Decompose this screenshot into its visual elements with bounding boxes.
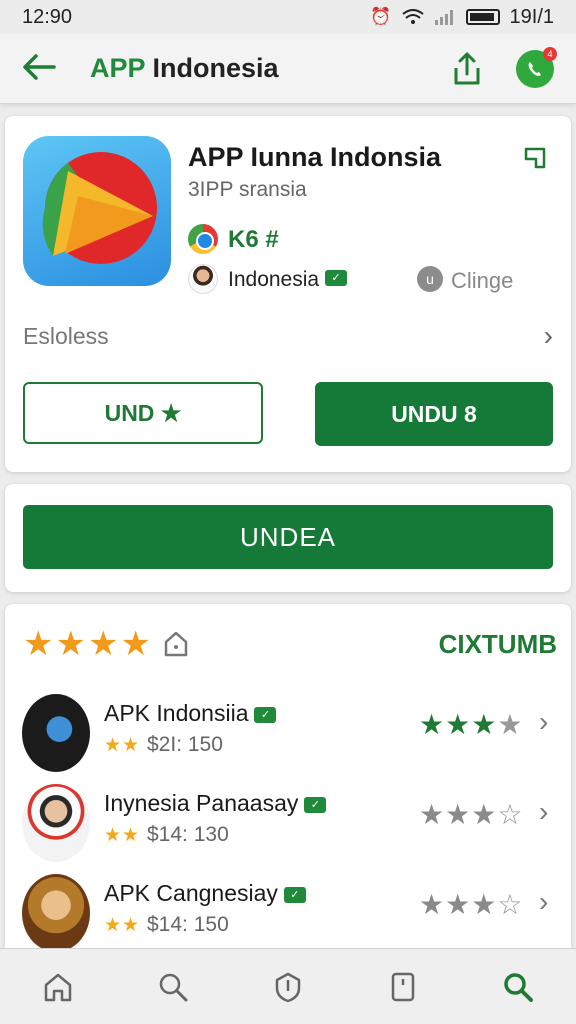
status-time: 12:90: [22, 5, 73, 28]
browser-label: K6 #: [228, 226, 279, 253]
verified-badge-icon: ✓: [283, 886, 306, 903]
list-item-title: APK Indonsiia ✓: [104, 700, 277, 727]
list-item[interactable]: APK Cangnesiay ✓ ★★ $14: 150 ★★★☆ ›: [5, 870, 571, 956]
home-outline-icon[interactable]: [163, 630, 189, 658]
verified-badge-icon: ✓: [254, 706, 277, 723]
chevron-right-icon: ›: [539, 886, 549, 917]
star-filled-icon: ★: [445, 799, 472, 830]
list-item[interactable]: APK Indonsiia ✓ ★★ $2I: 150 ★★★★ ›: [5, 690, 571, 776]
rating-row: ★★★★ CIXTUMB: [23, 624, 557, 664]
star-filled-icon: ★: [445, 709, 472, 740]
star-filled-icon: ★: [471, 889, 498, 920]
bottom-navigation: [0, 948, 576, 1024]
nav-search-active-icon[interactable]: [496, 965, 540, 1009]
app-detail-card: APP Iunna Indonsia 3IPP sransia K6 # Ind…: [5, 116, 571, 472]
bookmark-icon[interactable]: [523, 146, 547, 170]
nav-tablet-icon[interactable]: [381, 965, 425, 1009]
chevron-right-icon: ›: [539, 706, 549, 737]
list-item-rating: ★★★☆: [419, 888, 523, 921]
app-thumbnail: [22, 784, 90, 862]
list-item[interactable]: Inynesia Panaasay ✓ ★★ $14: 130 ★★★☆ ›: [5, 780, 571, 866]
battery-icon: [465, 9, 500, 25]
chevron-right-icon: ›: [539, 796, 549, 827]
description-label: Esloless: [23, 322, 109, 349]
description-row[interactable]: Esloless ›: [23, 320, 553, 352]
clinge-label: Clinge: [451, 268, 514, 293]
star-empty-icon: ☆: [497, 889, 524, 920]
star-filled-icon: ★: [419, 709, 446, 740]
list-item-stars: ★★: [104, 825, 141, 846]
notification-badge: 4: [543, 46, 557, 61]
rating-stars: ★★★★: [23, 625, 153, 663]
list-item-price: $14: 150: [147, 913, 229, 936]
nav-search-icon[interactable]: [151, 965, 195, 1009]
chrome-icon: [188, 224, 218, 254]
nav-home-icon[interactable]: [36, 965, 80, 1009]
star-empty-icon: ★: [497, 709, 524, 740]
main-action-button[interactable]: UNDEA: [23, 505, 553, 569]
info-icon: u: [417, 266, 443, 292]
whatsapp-icon[interactable]: 4: [516, 46, 557, 88]
back-arrow-icon[interactable]: [22, 53, 66, 85]
alarm-icon: ⏰: [370, 7, 392, 26]
list-item-price: $14: 130: [147, 823, 229, 846]
app-subtitle: 3IPP sransia: [188, 178, 307, 201]
wifi-icon: [401, 9, 424, 24]
verified-badge-icon: ✓: [304, 796, 327, 813]
chevron-right-icon: ›: [543, 320, 553, 351]
star-empty-icon: ☆: [497, 799, 524, 830]
app-bar: APP Indonesia 4: [0, 34, 576, 104]
app-thumbnail: [22, 694, 90, 772]
app-thumbnail: [22, 874, 90, 952]
outline-action-button[interactable]: UND ★: [23, 382, 263, 444]
app-logo-icon: [23, 136, 171, 286]
list-item-stars: ★★: [104, 735, 141, 756]
list-item-price: $2I: 150: [147, 733, 223, 756]
star-filled-icon: ★: [445, 889, 472, 920]
apps-list-card: ★★★★ CIXTUMB APK Indonsiia ✓ ★★ $2I: 150 …: [5, 604, 571, 952]
list-item-title: Inynesia Panaasay ✓: [104, 790, 327, 817]
developer-name: Indonesia: [228, 268, 320, 291]
star-filled-icon: ★: [419, 889, 446, 920]
cta-card: UNDEA: [5, 484, 571, 592]
star-filled-icon: ★: [471, 799, 498, 830]
status-right-text: 19I/1: [509, 5, 554, 28]
developer-avatar: [188, 264, 218, 294]
star-filled-icon: ★: [471, 709, 498, 740]
status-bar: 12:90 ⏰ 19I/1: [0, 0, 576, 34]
list-item-rating: ★★★★: [419, 708, 523, 741]
signal-icon: [434, 10, 453, 25]
star-filled-icon: ★: [419, 799, 446, 830]
download-button[interactable]: UNDU 8: [315, 382, 553, 446]
verified-badge-icon: ✓: [325, 270, 347, 286]
page-title: APP Indonesia: [90, 53, 279, 83]
list-item-stars: ★★: [104, 915, 141, 936]
status-icons: ⏰ 19I/1: [370, 6, 554, 29]
rating-action-label[interactable]: CIXTUMB: [439, 629, 557, 660]
share-icon[interactable]: [452, 52, 482, 86]
list-item-title: APK Cangnesiay ✓: [104, 880, 306, 907]
nav-shield-icon[interactable]: [266, 965, 310, 1009]
list-item-rating: ★★★☆: [419, 798, 523, 831]
app-name: APP Iunna Indonsia: [188, 142, 442, 172]
